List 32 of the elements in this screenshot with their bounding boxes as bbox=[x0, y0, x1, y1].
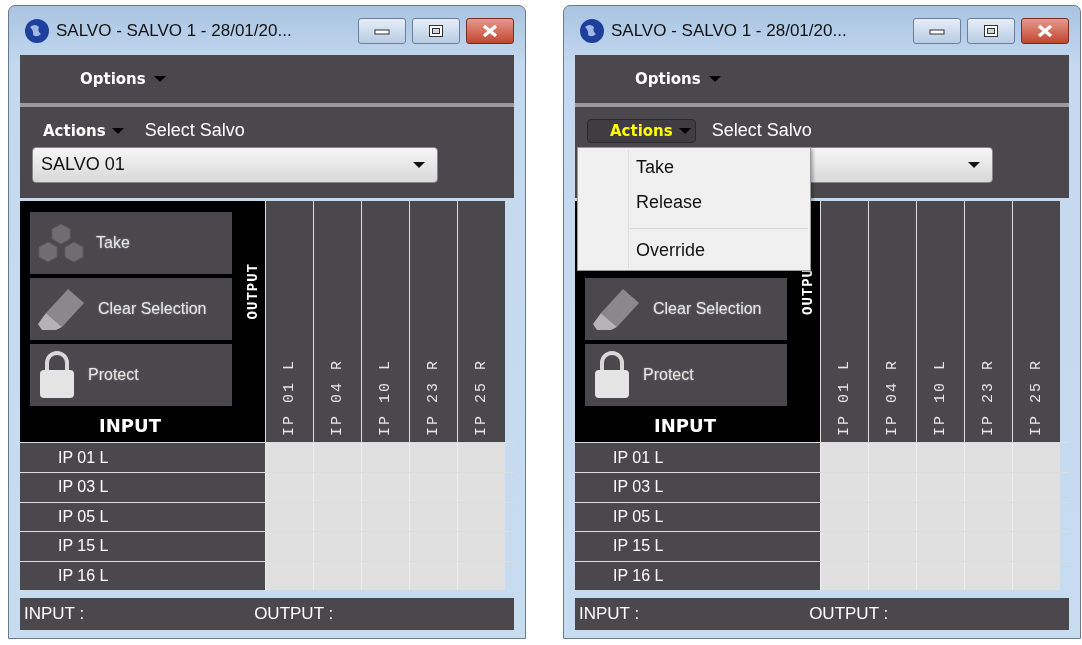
column-header: IP 04 R bbox=[868, 200, 916, 443]
output-status: OUTPUT : bbox=[809, 604, 889, 625]
input-status: INPUT : bbox=[24, 604, 85, 625]
window-title: SALVO - SALVO 1 - 28/01/20... bbox=[56, 20, 293, 41]
input-heading: INPUT bbox=[653, 414, 717, 439]
row-header: IP 03 L bbox=[575, 472, 820, 502]
row-header: IP 01 L bbox=[575, 443, 820, 472]
output-status: OUTPUT : bbox=[254, 604, 334, 625]
column-header: IP 01 L bbox=[820, 200, 868, 443]
column-header: IP 23 R bbox=[409, 200, 457, 443]
row-header: IP 05 L bbox=[575, 502, 820, 532]
output-heading: OUTPU bbox=[799, 268, 816, 315]
column-header: IP 04 R bbox=[313, 200, 361, 443]
input-heading: INPUT bbox=[98, 414, 162, 439]
select-salvo-label: Select Salvo bbox=[711, 120, 812, 142]
column-header: IP 25 R bbox=[457, 200, 505, 443]
row-header: IP 16 L bbox=[575, 561, 820, 591]
row-header: IP 03 L bbox=[20, 472, 265, 502]
row-header: IP 05 L bbox=[20, 502, 265, 532]
row-header: IP 01 L bbox=[20, 443, 265, 472]
column-header: IP 10 L bbox=[361, 200, 409, 443]
row-header: IP 15 L bbox=[575, 532, 820, 561]
output-heading: OUTPUT bbox=[244, 263, 261, 320]
row-header: IP 16 L bbox=[20, 561, 265, 591]
row-header: IP 15 L bbox=[20, 532, 265, 561]
column-header: IP 01 L bbox=[265, 200, 313, 443]
column-header: IP 23 R bbox=[964, 200, 1012, 443]
select-salvo-label: Select Salvo bbox=[144, 120, 245, 142]
column-header: IP 10 L bbox=[916, 200, 964, 443]
input-status: INPUT : bbox=[579, 604, 640, 625]
window-title: SALVO - SALVO 1 - 28/01/20... bbox=[611, 20, 848, 41]
column-header: IP 25 R bbox=[1012, 200, 1060, 443]
